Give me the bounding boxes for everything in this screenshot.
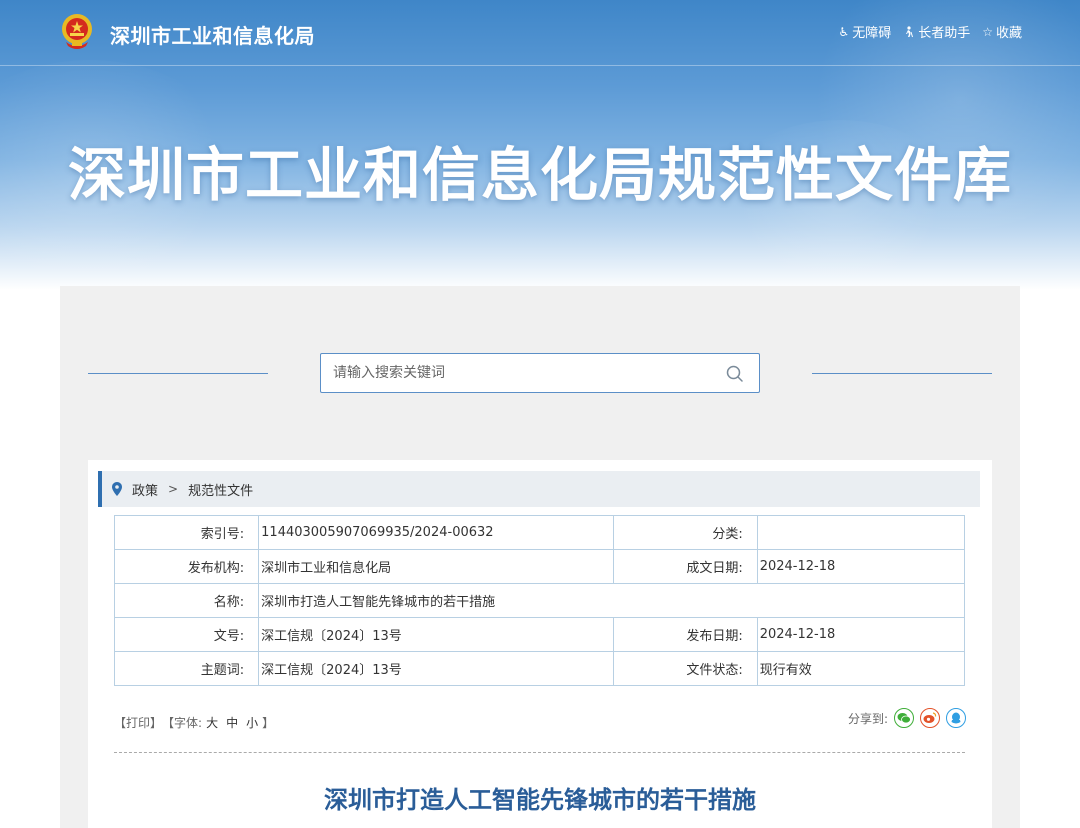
search-divider-left — [88, 373, 268, 374]
release-date-value: 2024-12-18 — [756, 617, 966, 652]
favorite-label: 收藏 — [995, 26, 1022, 41]
top-links: ♿ 无障碍 长者助手 ☆ 收藏 — [838, 22, 1022, 42]
elder-assistant-label: 长者助手 — [918, 26, 971, 41]
breadcrumb: 政策 > 规范性文件 — [98, 471, 980, 507]
keywords-value: 深工信规〔2024〕13号 — [258, 651, 614, 686]
table-row: 索引号: 114403005907069935/2024-00632 分类: — [113, 515, 966, 550]
table-row: 文号: 深工信规〔2024〕13号 发布日期: 2024-12-18 — [113, 617, 966, 652]
font-size-suffix: 】 — [262, 716, 275, 730]
name-value: 深圳市打造人工智能先锋城市的若干措施 — [258, 583, 965, 618]
index-label: 索引号: — [113, 515, 260, 550]
dashed-divider — [114, 752, 965, 753]
category-label: 分类: — [612, 515, 758, 550]
location-pin-icon — [112, 482, 122, 496]
accessibility-link[interactable]: ♿ 无障碍 — [838, 22, 892, 42]
search-icon[interactable] — [725, 364, 745, 384]
banner-title: 深圳市工业和信息化局规范性文件库 — [67, 141, 1012, 209]
table-row: 名称: 深圳市打造人工智能先锋城市的若干措施 — [113, 583, 965, 618]
national-emblem-icon[interactable] — [60, 12, 94, 50]
table-row: 主题词: 深工信规〔2024〕13号 文件状态: 现行有效 — [113, 651, 966, 686]
document-card: 政策 > 规范性文件 索引号: 114403005907069935/2024-… — [88, 460, 992, 828]
top-bar: 深圳市工业和信息化局 ♿ 无障碍 长者助手 ☆ 收藏 — [0, 0, 1080, 66]
release-date-label: 发布日期: — [612, 617, 758, 652]
elder-icon — [906, 25, 914, 37]
print-button[interactable]: 【打印】 — [114, 714, 162, 731]
favorite-link[interactable]: ☆ 收藏 — [982, 22, 1022, 42]
created-date-value: 2024-12-18 — [756, 549, 966, 584]
search-input[interactable] — [321, 354, 711, 392]
share-bar: 分享到: — [848, 708, 966, 728]
header-banner: 深圳市工业和信息化局 ♿ 无障碍 长者助手 ☆ 收藏 深圳市工业和信息化局规范性… — [0, 0, 1080, 290]
main-panel: 政策 > 规范性文件 索引号: 114403005907069935/2024-… — [60, 286, 1020, 828]
font-small-button[interactable]: 小 — [246, 714, 258, 731]
document-title: 深圳市打造人工智能先锋城市的若干措施 — [324, 786, 756, 814]
breadcrumb-policy[interactable]: 政策 — [132, 480, 158, 499]
document-meta-table: 索引号: 114403005907069935/2024-00632 分类: 发… — [113, 515, 966, 686]
weibo-share-icon[interactable] — [920, 708, 940, 728]
accessibility-label: 无障碍 — [852, 26, 892, 41]
chevron-right-icon: > — [168, 482, 179, 496]
status-value: 现行有效 — [756, 651, 966, 686]
publisher-value: 深圳市工业和信息化局 — [258, 549, 614, 584]
search-box — [320, 353, 760, 393]
article-tools: 【打印】 【字体: 大 中 小 】 — [114, 714, 274, 731]
font-large-button[interactable]: 大 — [206, 714, 218, 731]
doc-number-label: 文号: — [113, 617, 260, 652]
elder-assistant-link[interactable]: 长者助手 — [903, 22, 970, 41]
doc-number-value: 深工信规〔2024〕13号 — [258, 617, 614, 652]
search-divider-right — [812, 373, 992, 374]
created-date-label: 成文日期: — [612, 549, 758, 584]
category-value — [756, 515, 966, 550]
accessibility-icon: ♿ — [838, 24, 850, 39]
site-name[interactable]: 深圳市工业和信息化局 — [110, 20, 315, 49]
status-label: 文件状态: — [612, 651, 758, 686]
table-row: 发布机构: 深圳市工业和信息化局 成文日期: 2024-12-18 — [113, 549, 966, 584]
qq-share-icon[interactable] — [946, 708, 966, 728]
publisher-label: 发布机构: — [113, 549, 260, 584]
star-icon: ☆ — [982, 24, 993, 39]
wechat-share-icon[interactable] — [894, 708, 914, 728]
font-size-prefix: 【字体: — [162, 716, 203, 730]
keywords-label: 主题词: — [113, 651, 260, 686]
index-value: 114403005907069935/2024-00632 — [258, 515, 614, 550]
breadcrumb-normative-docs[interactable]: 规范性文件 — [188, 480, 253, 499]
font-medium-button[interactable]: 中 — [226, 714, 238, 731]
share-label: 分享到: — [847, 711, 888, 726]
name-label: 名称: — [113, 583, 260, 618]
